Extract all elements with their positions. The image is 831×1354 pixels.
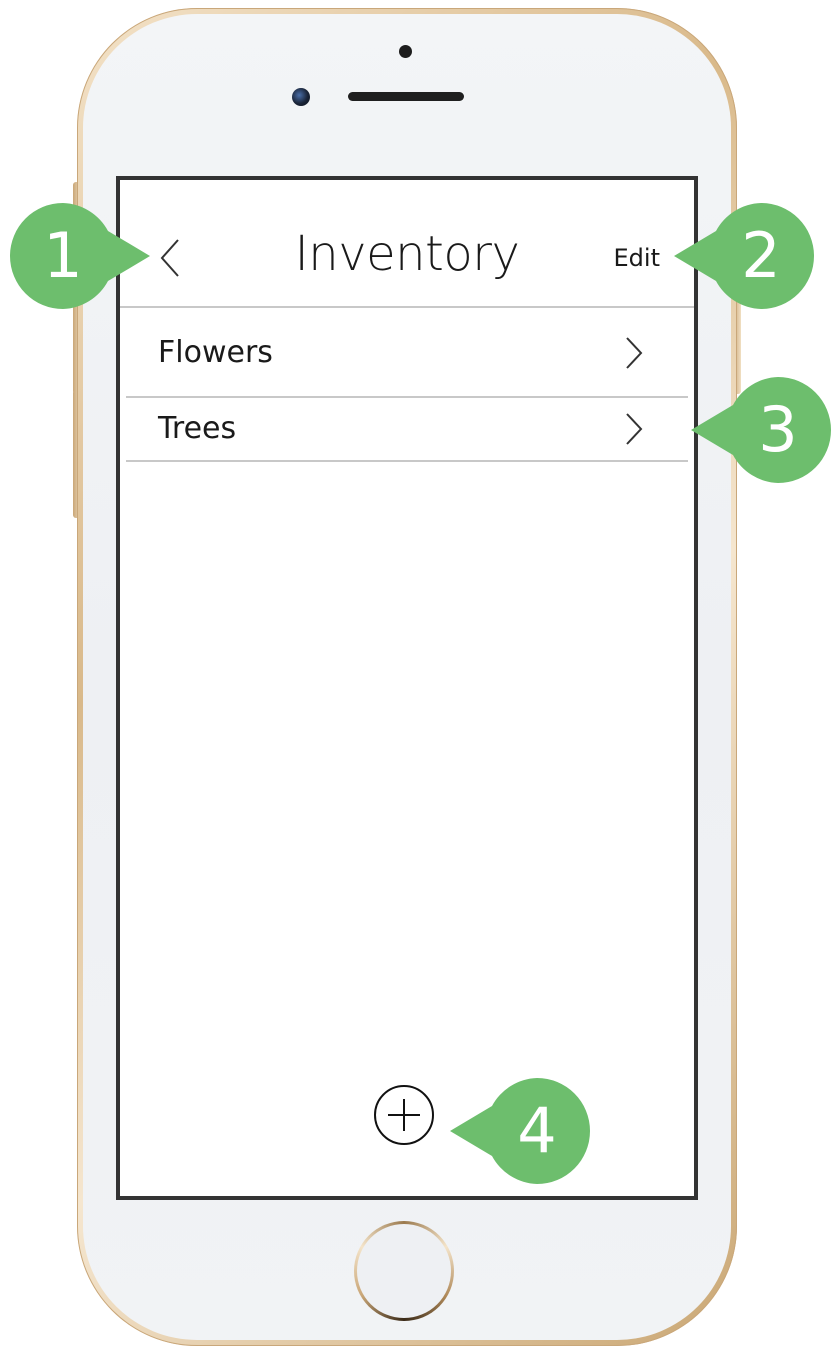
home-button[interactable] <box>354 1221 454 1321</box>
list-item-trees[interactable]: Trees <box>126 398 688 462</box>
annotated-mockup: Inventory Edit Flowers Trees 1 2 3 4 <box>0 0 831 1354</box>
callout-3: 3 <box>691 377 831 483</box>
navigation-bar: Inventory Edit <box>120 180 694 308</box>
list-item-label: Flowers <box>158 335 273 370</box>
callout-number: 3 <box>758 393 798 466</box>
front-camera-icon <box>292 88 310 106</box>
list-item-flowers[interactable]: Flowers <box>126 308 688 398</box>
callout-1: 1 <box>10 203 150 309</box>
callout-2: 2 <box>674 203 814 309</box>
inventory-list: Flowers Trees <box>120 308 694 462</box>
earpiece-speaker <box>348 92 464 101</box>
page-title: Inventory <box>294 226 520 282</box>
callout-4: 4 <box>450 1078 590 1184</box>
callout-number: 1 <box>43 219 83 292</box>
plus-circle-icon <box>374 1085 434 1145</box>
home-button-face <box>357 1224 451 1318</box>
chevron-right-icon <box>626 413 643 445</box>
callout-number: 2 <box>741 219 781 292</box>
callout-number: 4 <box>517 1094 557 1167</box>
list-item-label: Trees <box>158 411 237 446</box>
add-button[interactable] <box>373 1084 435 1146</box>
sensor-icon <box>399 45 412 58</box>
phone-screen: Inventory Edit Flowers Trees <box>116 176 698 1200</box>
chevron-right-icon <box>626 337 643 369</box>
edit-button[interactable]: Edit <box>614 244 660 272</box>
